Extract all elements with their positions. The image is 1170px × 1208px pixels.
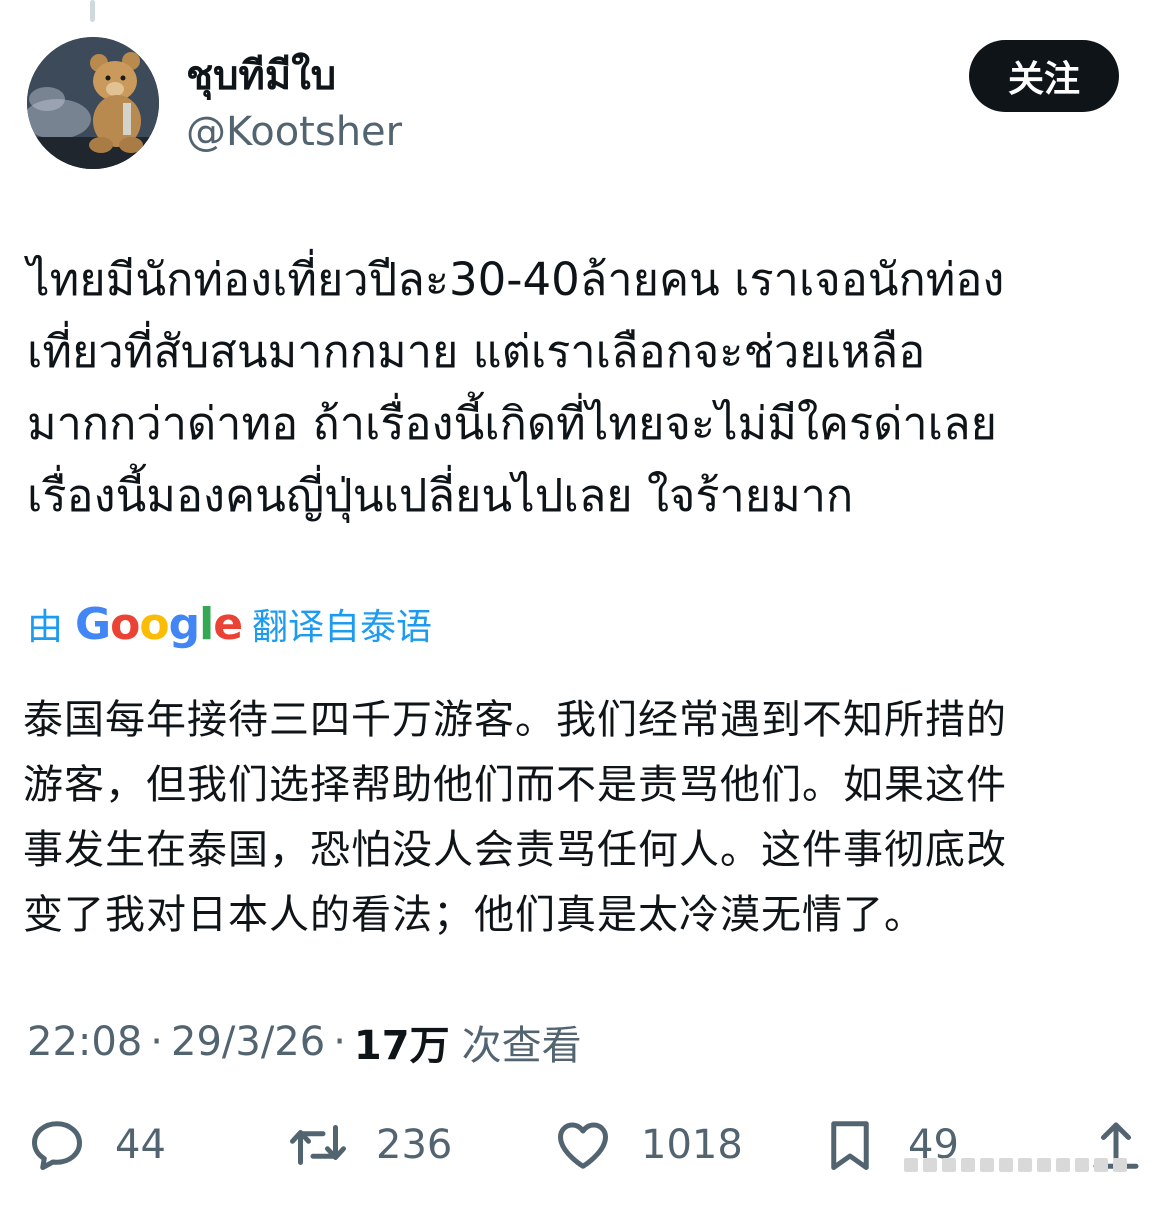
thread-connector-line	[90, 0, 95, 22]
google-logo: Google	[75, 598, 243, 650]
heart-icon	[558, 1122, 608, 1169]
translated-tweet-text: 泰国每年接待三四千万游客。我们经常遇到不知所措的 游客，但我们选择帮助他们而不是…	[23, 697, 1007, 938]
display-name[interactable]: ชุบทีมีใบ	[186, 48, 336, 104]
bookmark-icon	[831, 1121, 869, 1170]
like-count: 1018	[641, 1122, 743, 1168]
translated-prefix: 由	[27, 607, 64, 648]
retweet-button[interactable]: 236	[288, 1112, 452, 1178]
reply-icon	[32, 1121, 82, 1170]
teddy-bear-avatar-icon	[27, 37, 159, 169]
like-button[interactable]: 1018	[553, 1112, 743, 1178]
reply-button[interactable]: 44	[27, 1112, 166, 1178]
retweet-icon	[290, 1125, 346, 1165]
tweet-text: ไทยมีนักท่องเที่ยวปีละ30-40ล้ายคน เราเจอ…	[27, 253, 1005, 522]
meta-separator: ·	[333, 1019, 346, 1065]
views-label: 次查看	[461, 1023, 582, 1069]
tweet-meta: 22:08 · 29/3/26 · 17万 次查看	[27, 1014, 582, 1070]
retweet-count: 236	[376, 1122, 453, 1168]
translated-suffix: 翻译自泰语	[252, 607, 433, 648]
meta-separator: ·	[150, 1019, 163, 1065]
reply-count: 44	[115, 1122, 166, 1168]
tweet-date[interactable]: 29/3/26	[171, 1019, 325, 1065]
user-handle[interactable]: @Kootsher	[186, 106, 402, 158]
views-count: 17万	[353, 1023, 450, 1069]
tweet-time[interactable]: 22:08	[27, 1019, 142, 1065]
follow-button[interactable]: 关注	[969, 40, 1119, 112]
translated-by-google[interactable]: 由 Google 翻译自泰语	[27, 596, 432, 652]
watermark-overlay	[904, 1150, 1150, 1180]
avatar[interactable]	[27, 37, 159, 169]
